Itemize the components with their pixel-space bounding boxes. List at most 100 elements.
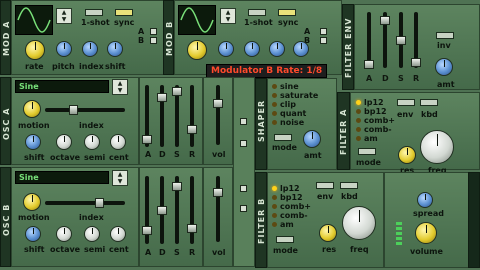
filter-a-mode-lp12[interactable]: lp12: [364, 98, 384, 107]
osc-b-octave-knob[interactable]: [56, 226, 72, 242]
osc-a-d-label: D: [159, 150, 166, 159]
shaper-amt-knob[interactable]: [303, 130, 321, 148]
filter-env-inv-label: inv: [437, 41, 451, 50]
shaper-mode-saturate[interactable]: saturate: [280, 91, 318, 100]
mod-b-wave-selector[interactable]: ▲ ▼: [220, 8, 236, 24]
mod-a-pitch-knob[interactable]: [56, 41, 72, 57]
volume-label: volume: [410, 247, 443, 256]
osc-a-r-slider[interactable]: [187, 85, 197, 147]
filter-b-res-knob[interactable]: [319, 224, 337, 242]
mod-a-wave-selector[interactable]: ▲ ▼: [56, 8, 72, 24]
filter-env-inv-button[interactable]: [436, 32, 454, 39]
filter-b-mode-am[interactable]: am: [280, 220, 294, 229]
osc-a-semi-knob[interactable]: [84, 134, 100, 150]
osc-a-index-slider[interactable]: [45, 105, 125, 115]
filter-env-a-label: A: [366, 74, 373, 83]
mod-a-rate-knob[interactable]: [25, 40, 45, 60]
mod-a-1shot-button[interactable]: [85, 9, 103, 16]
filter-b-mode-comb-plus[interactable]: comb+: [280, 202, 311, 211]
shaper-mode-noise[interactable]: noise: [280, 118, 304, 127]
filter-b-led-lp12: [272, 186, 277, 191]
filter-b-mode-lp12[interactable]: lp12: [280, 184, 300, 193]
mod-b-1shot-button[interactable]: [248, 9, 266, 16]
mod-a-sync-label: sync: [114, 18, 135, 27]
mod-a-shift-knob[interactable]: [107, 41, 123, 57]
osc-b-a-slider[interactable]: [142, 176, 152, 244]
osc-b-vol-slider[interactable]: [213, 176, 223, 242]
osc-a-index-label: index: [79, 121, 104, 130]
mod-b-label: MOD B: [165, 20, 174, 57]
filter-env-d-slider[interactable]: [380, 12, 390, 68]
osc-b-d-slider[interactable]: [157, 176, 167, 244]
mod-a-sync-button[interactable]: [115, 9, 133, 16]
mod-b-sync-button[interactable]: [278, 9, 296, 16]
level-meter-led-2: [396, 227, 402, 230]
filter-b-mode-bp12[interactable]: bp12: [280, 193, 303, 202]
osc-b-semi-knob[interactable]: [84, 226, 100, 242]
filter-env-r-slider[interactable]: [411, 12, 421, 68]
route-osc-a-2[interactable]: [240, 140, 247, 147]
filter-a-mode-am[interactable]: am: [364, 134, 378, 143]
filter-env-amt-knob[interactable]: [435, 58, 453, 76]
route-osc-a-1[interactable]: [240, 118, 247, 125]
route-osc-b-2[interactable]: [240, 205, 247, 212]
osc-b-r-slider[interactable]: [187, 176, 197, 244]
osc-b-s-slider[interactable]: [172, 176, 182, 244]
osc-b-wave-selector[interactable]: ▲ ▼: [112, 170, 128, 186]
shaper-mode-clip[interactable]: clip: [280, 100, 296, 109]
osc-a-cent-knob[interactable]: [110, 134, 126, 150]
osc-b-cent-knob[interactable]: [110, 226, 126, 242]
filter-b-env-label: env: [317, 192, 334, 201]
shaper-mode-quant[interactable]: quant: [280, 109, 306, 118]
route-osc-b-1[interactable]: [240, 185, 247, 192]
osc-b-cent-label: cent: [109, 245, 129, 254]
mod-a-index-knob[interactable]: [82, 41, 98, 57]
filter-env-a-slider[interactable]: [364, 12, 374, 69]
mod-b-rate-knob[interactable]: [187, 40, 207, 60]
mod-b-shift-knob[interactable]: [269, 41, 285, 57]
mod-b-pitch-knob[interactable]: [218, 41, 234, 57]
osc-b-index-slider[interactable]: [45, 198, 125, 208]
shaper-mode-sine[interactable]: sine: [280, 82, 299, 91]
mod-b-index-knob[interactable]: [244, 41, 260, 57]
filter-a-env-button[interactable]: [397, 99, 415, 106]
filter-b-env-button[interactable]: [316, 182, 334, 189]
osc-b-shift-knob[interactable]: [25, 226, 41, 242]
osc-a-octave-label: octave: [50, 153, 81, 162]
volume-knob[interactable]: [415, 222, 437, 244]
filter-a-freq-knob[interactable]: [420, 130, 454, 164]
mod-b-dest-a[interactable]: [320, 28, 327, 35]
osc-a-motion-knob[interactable]: [23, 100, 41, 118]
osc-a-wave-selector[interactable]: ▲ ▼: [112, 79, 128, 95]
filter-b-mode-comb-minus[interactable]: comb-: [280, 211, 308, 220]
osc-a-cent-label: cent: [109, 153, 129, 162]
filter-b-mode-button[interactable]: [276, 236, 294, 243]
mod-b-extra-knob[interactable]: [293, 41, 309, 57]
filter-a-strip: FILTER A: [337, 92, 350, 170]
filter-a-mode-bp12[interactable]: bp12: [364, 107, 387, 116]
osc-a-wave-display: Sine: [15, 80, 109, 93]
filter-a-kbd-button[interactable]: [420, 99, 438, 106]
osc-b-motion-knob[interactable]: [23, 193, 41, 211]
filter-b-kbd-button[interactable]: [340, 182, 358, 189]
filter-a-mode-comb-minus[interactable]: comb-: [364, 125, 392, 134]
osc-a-vol-slider[interactable]: [213, 85, 223, 145]
osc-a-d-slider[interactable]: [157, 85, 167, 147]
mod-a-dest-b[interactable]: [150, 37, 157, 44]
osc-a-octave-knob[interactable]: [56, 134, 72, 150]
osc-a-a-slider[interactable]: [142, 85, 152, 147]
osc-a-s-slider[interactable]: [172, 85, 182, 147]
osc-b-s-label: S: [174, 248, 180, 257]
mod-a-rate-label: rate: [25, 62, 44, 71]
mod-a-dest-a[interactable]: [150, 28, 157, 35]
shaper-mode-led-sine: [272, 84, 277, 89]
spread-knob[interactable]: [417, 192, 433, 208]
osc-a-shift-knob[interactable]: [25, 134, 41, 150]
filter-a-mode-comb-plus[interactable]: comb+: [364, 116, 395, 125]
filter-b-freq-knob[interactable]: [342, 206, 376, 240]
filter-env-s-slider[interactable]: [396, 12, 406, 68]
filter-a-mode-button[interactable]: [358, 148, 376, 155]
shaper-mode-button[interactable]: [274, 134, 292, 141]
mod-b-dest-b[interactable]: [320, 37, 327, 44]
filter-a-res-knob[interactable]: [398, 146, 416, 164]
